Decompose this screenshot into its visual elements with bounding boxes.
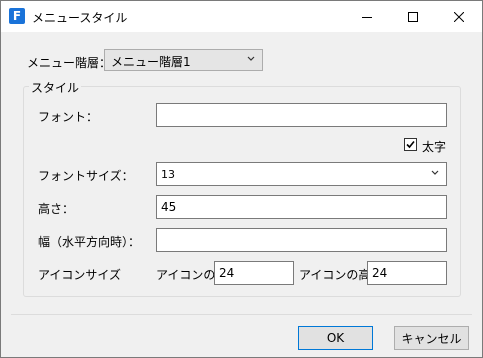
height-label: 高さ：	[38, 202, 75, 216]
width-field[interactable]	[156, 228, 447, 252]
icon-size-label: アイコンサイズ	[38, 268, 122, 282]
minimize-icon	[362, 16, 372, 18]
footer-separator	[11, 314, 472, 315]
width-label: 幅（水平方向時）：	[38, 235, 141, 249]
icon-height-field[interactable]: 24	[367, 261, 447, 285]
ok-button[interactable]: OK	[298, 326, 373, 350]
icon-height-value: 24	[372, 266, 388, 280]
icon-width-value: 24	[219, 266, 235, 280]
height-value: 45	[161, 200, 177, 214]
close-icon	[454, 11, 464, 22]
window-title: メニュースタイル	[32, 11, 128, 25]
minimize-button[interactable]	[344, 1, 390, 32]
style-group-legend: スタイル	[29, 79, 82, 96]
maximize-button[interactable]	[390, 1, 436, 32]
close-button[interactable]	[436, 1, 482, 32]
icon-width-field[interactable]: 24	[214, 261, 294, 285]
chevron-down-icon	[431, 170, 439, 175]
app-icon: F	[9, 8, 25, 24]
font-size-select[interactable]: 13	[156, 162, 447, 186]
bold-label: 太字	[422, 140, 447, 154]
cancel-button[interactable]: キャンセル	[394, 326, 469, 350]
font-label: フォント：	[38, 110, 99, 124]
font-size-value: 13	[161, 168, 175, 181]
bold-checkbox[interactable]	[404, 138, 417, 151]
checkmark-icon	[406, 140, 415, 149]
menu-level-select[interactable]: メニュー階層1	[104, 49, 263, 71]
font-field[interactable]	[156, 103, 447, 127]
menu-level-label: メニュー階層：	[27, 56, 112, 70]
maximize-icon	[408, 11, 418, 22]
title-bar: F メニュースタイル	[1, 1, 482, 32]
menu-level-value: メニュー階層1	[111, 55, 191, 69]
font-size-label: フォントサイズ：	[38, 169, 134, 183]
dialog-window: F メニュースタイル メニュー階層： メニュー階層1 スタイル フォント： 太字…	[0, 0, 483, 358]
height-field[interactable]: 45	[156, 195, 447, 219]
chevron-down-icon	[247, 56, 255, 61]
